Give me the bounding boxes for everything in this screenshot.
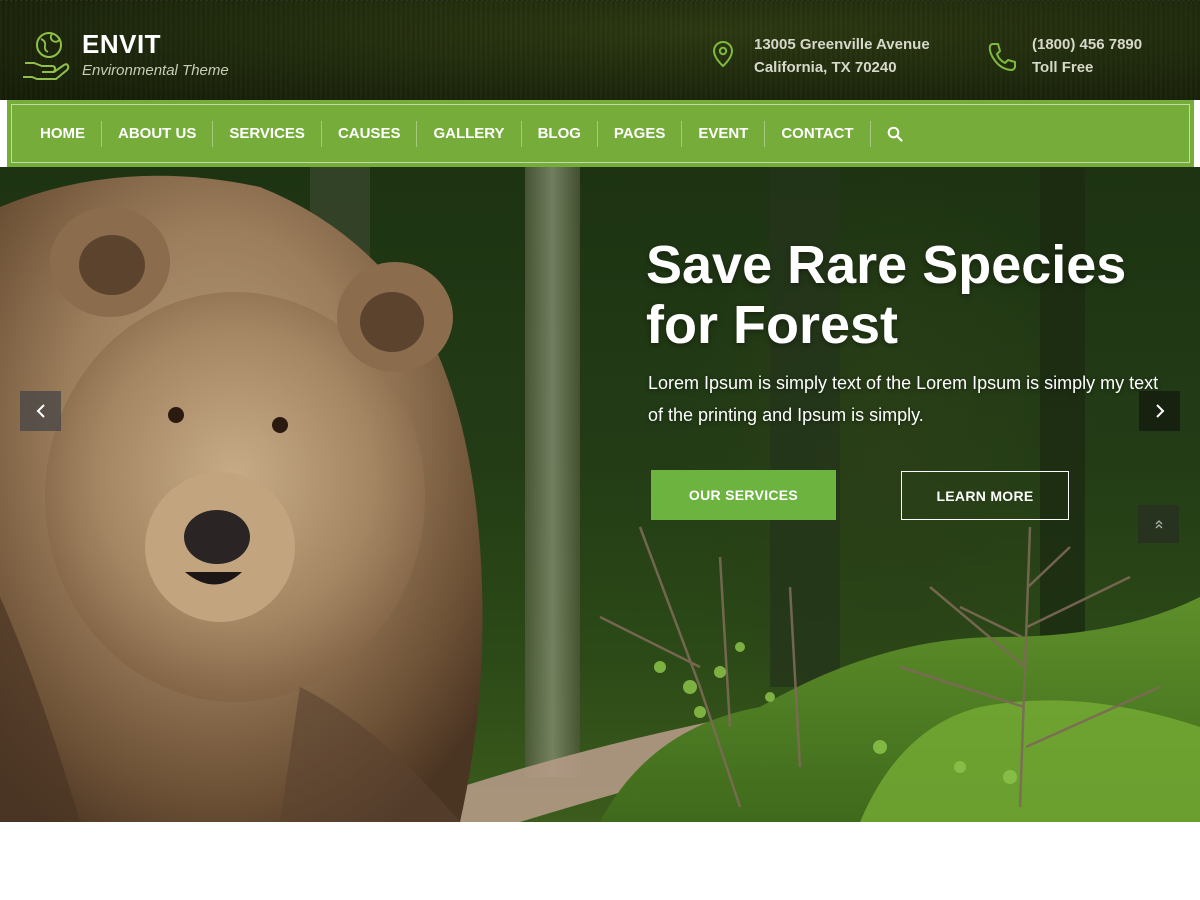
slider-next-button[interactable] (1139, 391, 1180, 431)
address-block: 13005 Greenville Avenue California, TX 7… (708, 33, 930, 79)
chevron-right-icon (1155, 404, 1164, 418)
nav-item-gallery[interactable]: GALLERY (417, 120, 522, 147)
address-line-2: California, TX 70240 (754, 59, 897, 76)
nav-item-pages[interactable]: PAGES (598, 120, 683, 147)
slider-prev-button[interactable] (20, 391, 61, 431)
phone-number[interactable]: (1800) 456 7890 (1032, 33, 1142, 56)
phone-block: (1800) 456 7890 Toll Free (986, 33, 1142, 79)
learn-more-button[interactable]: LEARN MORE (901, 471, 1069, 520)
phone-icon (988, 43, 1016, 71)
nav-item-services[interactable]: SERVICES (213, 120, 322, 147)
double-chevron-up-icon (1155, 520, 1162, 529)
brand-tagline: Environmental Theme (82, 62, 229, 79)
globe-hand-icon (23, 32, 70, 80)
map-pin-icon (712, 40, 734, 68)
nav-item-causes[interactable]: CAUSES (322, 120, 418, 147)
scroll-to-top-button[interactable] (1138, 505, 1179, 543)
nav-item-home[interactable]: HOME (24, 120, 102, 147)
hero-title: Save Rare Species for Forest (646, 235, 1186, 355)
top-header: ENVIT Environmental Theme 13005 Greenvil… (0, 0, 1200, 100)
nav-item-contact[interactable]: CONTACT (765, 120, 871, 147)
nav-inner: HOME ABOUT US SERVICES CAUSES GALLERY BL… (11, 104, 1190, 163)
main-nav: HOME ABOUT US SERVICES CAUSES GALLERY BL… (7, 100, 1194, 167)
search-icon (887, 126, 903, 141)
hero-slider: Save Rare Species for Forest Lorem Ipsum… (0, 167, 1200, 822)
nav-item-about-us[interactable]: ABOUT US (102, 120, 214, 147)
nav-search-button[interactable] (871, 121, 919, 147)
our-services-button[interactable]: OUR SERVICES (651, 470, 836, 520)
nav-item-event[interactable]: EVENT (682, 120, 766, 147)
hero-description: Lorem Ipsum is simply text of the Lorem … (648, 373, 1159, 425)
chevron-left-icon (36, 404, 45, 418)
brand-name: ENVIT (82, 29, 162, 59)
address-line-1: 13005 Greenville Avenue (754, 36, 930, 53)
hero-title-line-2: for Forest (646, 295, 899, 355)
logo[interactable]: ENVIT Environmental Theme (22, 29, 229, 81)
hero-title-line-1: Save Rare Species (646, 235, 1127, 295)
nav-item-blog[interactable]: BLOG (522, 120, 598, 147)
phone-note: Toll Free (1032, 59, 1094, 76)
